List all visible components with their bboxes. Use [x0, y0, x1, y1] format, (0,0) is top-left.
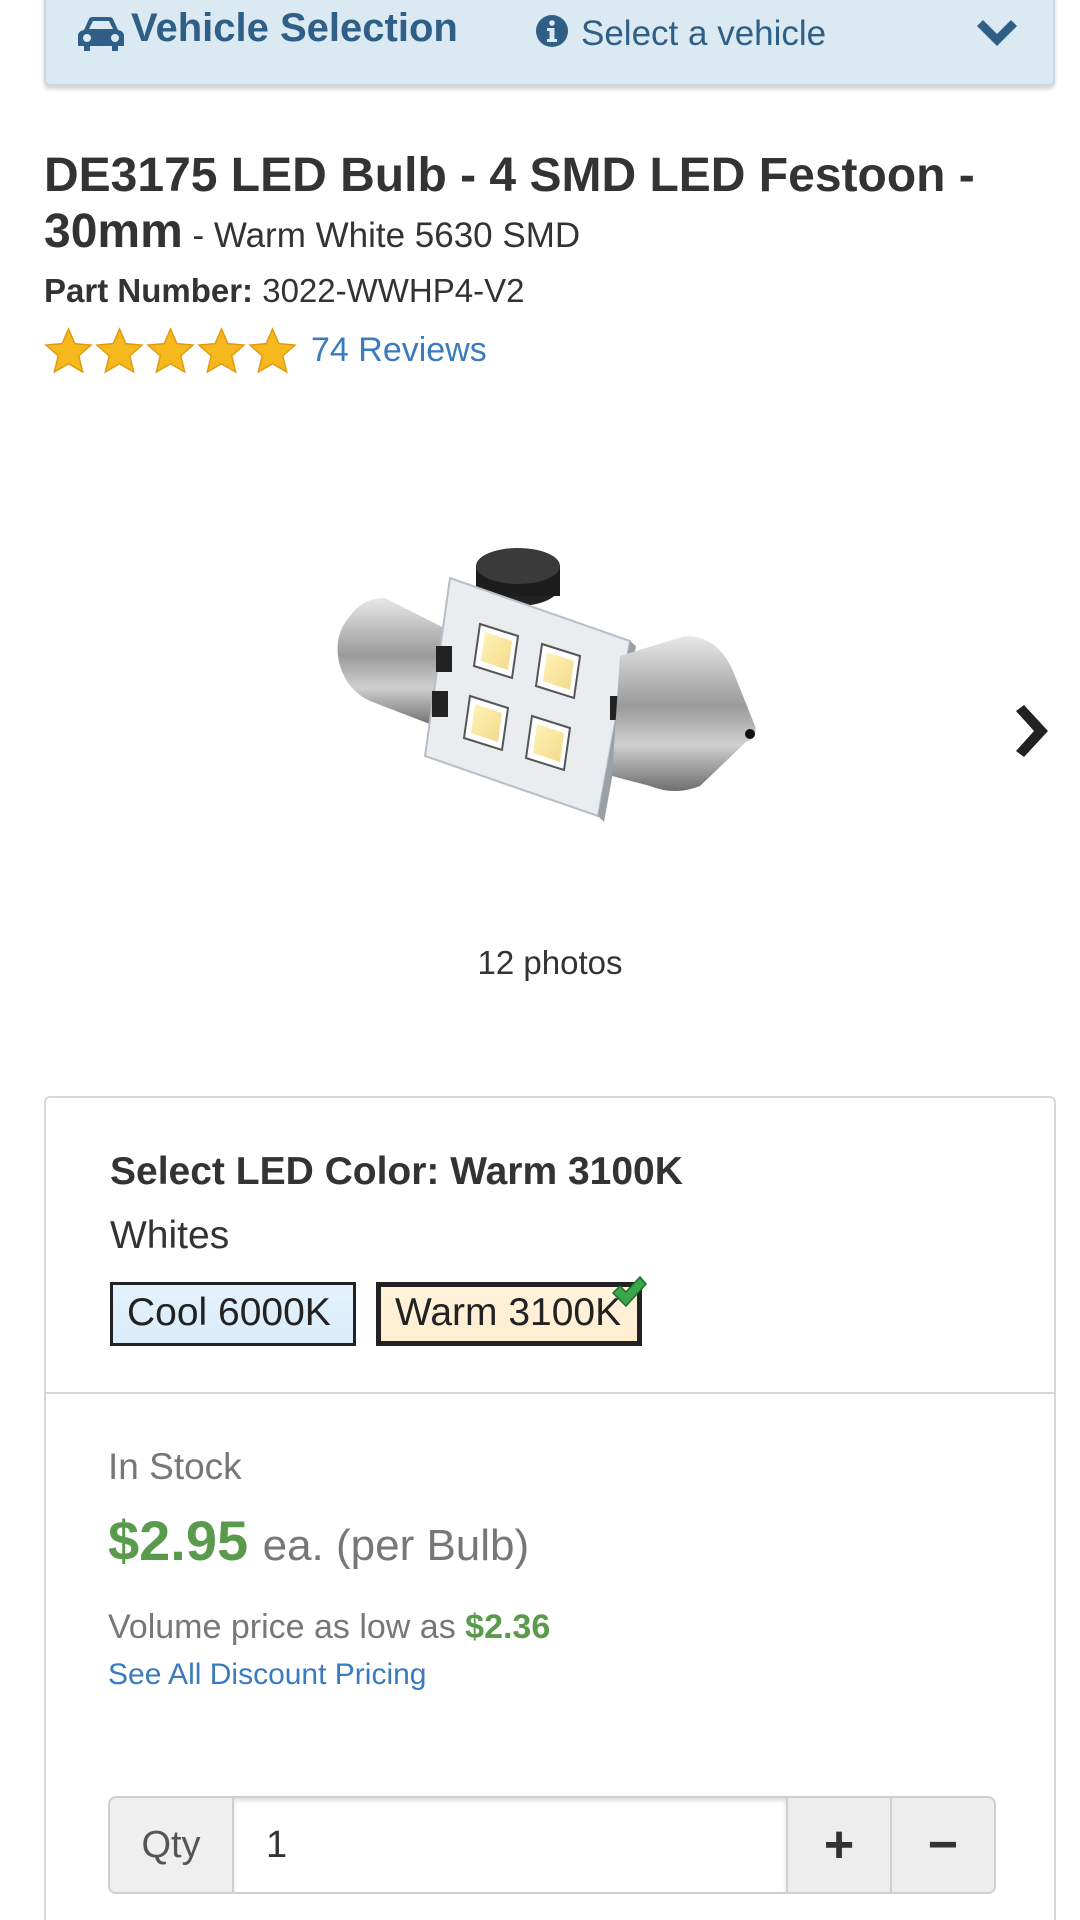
star-icon	[197, 326, 246, 374]
discount-pricing-link[interactable]: See All Discount Pricing	[108, 1658, 427, 1692]
star-icon	[44, 326, 93, 374]
color-option-cool[interactable]: Cool 6000K	[110, 1282, 356, 1346]
star-icon	[248, 326, 297, 374]
part-number: Part Number: 3022-WWHP4-V2	[44, 272, 524, 310]
volume-pricing: Volume price as low as $2.36	[108, 1608, 550, 1647]
reviews-link[interactable]: 74 Reviews	[311, 331, 487, 370]
color-option-warm[interactable]: Warm 3100K	[376, 1275, 647, 1346]
color-option-label: Cool 6000K	[127, 1291, 331, 1334]
next-photo-arrow-icon[interactable]	[1010, 705, 1050, 757]
part-number-label: Part Number:	[44, 272, 254, 309]
volume-text: Volume price as low as	[108, 1608, 466, 1646]
price-unit: ea. (per Bulb)	[262, 1521, 530, 1570]
product-title: DE3175 LED Bulb - 4 SMD LED Festoon - 30…	[44, 148, 1044, 264]
star-icon	[146, 326, 195, 374]
select-vehicle-text: Select a vehicle	[581, 14, 827, 53]
qty-increase-button[interactable]: +	[786, 1798, 890, 1892]
color-group-label: Whites	[110, 1214, 230, 1257]
color-option-label: Warm 3100K	[395, 1291, 622, 1334]
price: $2.95	[108, 1509, 249, 1572]
vehicle-selection-title: Vehicle Selection	[131, 6, 458, 50]
qty-input[interactable]	[234, 1798, 786, 1892]
product-image[interactable]	[330, 486, 760, 916]
car-icon	[78, 17, 124, 51]
star-rating	[44, 326, 297, 374]
stock-status: In Stock	[108, 1446, 242, 1487]
price-row: $2.95 ea. (per Bulb)	[108, 1508, 529, 1573]
vehicle-selection-bar[interactable]: Vehicle Selection Select a vehicle	[44, 0, 1055, 86]
quantity-stepper: Qty + −	[108, 1796, 996, 1894]
volume-price: $2.36	[465, 1608, 551, 1646]
qty-decrease-button[interactable]: −	[890, 1798, 994, 1892]
purchase-card: Select LED Color: Warm 3100K Whites Cool…	[44, 1096, 1056, 1920]
part-number-value: 3022-WWHP4-V2	[262, 272, 525, 309]
product-subtitle: - Warm White 5630 SMD	[182, 216, 581, 255]
chevron-down-icon[interactable]	[974, 20, 1020, 52]
qty-label: Qty	[110, 1798, 234, 1892]
star-icon	[95, 326, 144, 374]
info-circle-icon	[536, 15, 568, 47]
color-select-label: Select LED Color: Warm 3100K	[110, 1150, 683, 1193]
divider	[46, 1392, 1054, 1394]
checkmark-icon	[611, 1275, 647, 1308]
photos-count[interactable]: 12 photos	[0, 944, 1080, 982]
rating: 74 Reviews	[44, 326, 487, 374]
